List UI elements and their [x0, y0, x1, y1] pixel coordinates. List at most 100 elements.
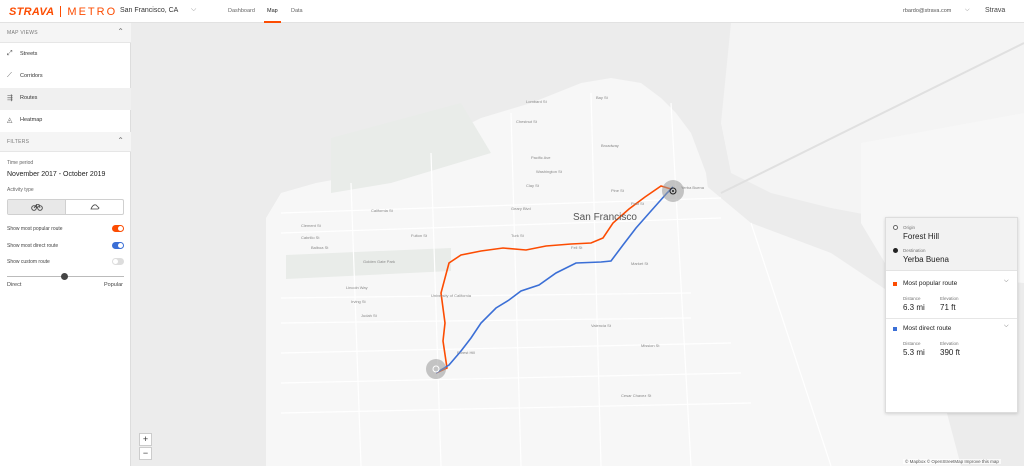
heatmap-icon: ◬: [7, 117, 13, 124]
toggle-label: Show most direct route: [7, 243, 59, 249]
route-info-panel: Origin Forest Hill Destination Yerba Bue…: [885, 217, 1018, 413]
street-label: University of California: [431, 293, 472, 298]
street-label: Pacific Ave: [531, 155, 551, 160]
street-label: Washington St: [536, 169, 562, 174]
chevron-up-icon[interactable]: ⌃: [117, 27, 124, 36]
street-label: Valencia St: [591, 323, 611, 328]
toggle-knob: [118, 226, 123, 231]
toggle-row-custom: Show custom route: [7, 258, 124, 267]
street-label: Chestnut St: [516, 119, 537, 124]
zoom-out-button[interactable]: −: [139, 447, 152, 460]
city-select[interactable]: San Francisco, CA: [120, 7, 178, 14]
map-view-streets[interactable]: ⤢ Streets: [0, 44, 131, 66]
zoom-in-button[interactable]: +: [139, 433, 152, 446]
street-label: Balboa St: [311, 245, 329, 250]
slider-right-label: Popular: [104, 282, 123, 288]
time-period-label: Time period: [7, 160, 34, 166]
street-label: Post St: [631, 201, 644, 206]
popular-distance: 6.3 mi: [903, 303, 925, 312]
bike-icon[interactable]: [8, 200, 66, 214]
popular-route-toggle[interactable]: [112, 225, 124, 232]
toggle-row-popular: Show most popular route: [7, 225, 124, 234]
map-views-header[interactable]: MAP VIEWS ⌃: [0, 23, 131, 43]
popular-elevation: 71 ft: [940, 303, 956, 312]
elevation-label: Elevation: [940, 296, 959, 301]
origin-destination-header: Origin Forest Hill Destination Yerba Bue…: [886, 218, 1017, 271]
city-label: San Francisco: [573, 212, 637, 223]
direct-distance: 5.3 mi: [903, 348, 925, 357]
street-label: Clement St: [301, 223, 321, 228]
direct-elevation: 390 ft: [940, 348, 961, 357]
street-label: Irving St: [351, 299, 366, 304]
map-view-routes[interactable]: ⇶ Routes: [0, 88, 131, 110]
activity-type-label: Activity type: [7, 187, 34, 193]
street-label: Judah St: [361, 313, 377, 318]
chevron-down-icon[interactable]: ⌵: [191, 6, 196, 14]
corridors-icon: ⟋: [7, 72, 12, 79]
run-icon[interactable]: [66, 200, 123, 214]
route-divider: [886, 318, 1017, 319]
filters-header[interactable]: FILTERS ⌃: [0, 132, 131, 152]
map-view-label: Corridors: [20, 73, 43, 79]
destination-value[interactable]: Yerba Buena: [903, 255, 949, 264]
destination-dot-icon: [893, 248, 898, 253]
user-org[interactable]: Strava: [985, 7, 1005, 14]
brand-name: STRAVA: [9, 5, 55, 18]
distance-label: Distance: [903, 341, 921, 346]
origin-label: Origin: [903, 225, 916, 230]
direct-route-toggle[interactable]: [112, 242, 124, 249]
toggle-label: Show most popular route: [7, 226, 63, 232]
chevron-down-icon[interactable]: ⌵: [1004, 278, 1009, 285]
activity-type-selector: [7, 199, 124, 215]
tab-data[interactable]: Data: [291, 8, 303, 14]
map-view-corridors[interactable]: ⟋ Corridors: [0, 66, 131, 88]
custom-route-toggle[interactable]: [112, 258, 124, 265]
toggle-label: Show custom route: [7, 259, 50, 265]
street-label: Yerba Buena: [681, 185, 704, 190]
street-label: Fell St: [571, 245, 583, 250]
elevation-label: Elevation: [940, 341, 959, 346]
section-title: FILTERS: [7, 139, 30, 145]
destination-label: Destination: [903, 248, 926, 253]
street-label: Golden Gate Park: [363, 259, 396, 264]
route-slider-handle[interactable]: [61, 273, 68, 280]
chevron-up-icon[interactable]: ⌃: [117, 136, 124, 145]
street-label: Broadway: [601, 143, 619, 148]
toggle-knob: [113, 259, 118, 264]
tab-map[interactable]: Map: [267, 8, 278, 14]
origin-value[interactable]: Forest Hill: [903, 232, 939, 241]
strava-metro-logo[interactable]: STRAVA METRO: [9, 5, 117, 18]
user-email[interactable]: rbardo@strava.com: [903, 8, 951, 14]
popular-route-title[interactable]: Most popular route: [903, 280, 957, 287]
chevron-down-icon[interactable]: ⌵: [965, 7, 970, 14]
section-title: MAP VIEWS: [7, 30, 38, 36]
street-label: Cabrillo St: [301, 235, 320, 240]
map-view-label: Streets: [20, 51, 38, 57]
direct-route-swatch: [893, 327, 897, 331]
street-label: Fulton St: [411, 233, 428, 238]
street-label: Mission St: [641, 343, 660, 348]
map-view-label: Routes: [20, 95, 38, 101]
direct-route-title[interactable]: Most direct route: [903, 325, 951, 332]
tab-dashboard[interactable]: Dashboard: [228, 8, 255, 14]
map-view-heatmap[interactable]: ◬ Heatmap: [0, 110, 131, 132]
sidebar: MAP VIEWS ⌃ ⤢ Streets ⟋ Corridors ⇶ Rout…: [0, 23, 131, 466]
routes-icon: ⇶: [7, 95, 13, 102]
time-period-value[interactable]: November 2017 - October 2019: [7, 171, 105, 178]
brand-product: METRO: [67, 5, 118, 18]
destination-marker-dot: [672, 190, 674, 192]
street-label: Forest Hill: [457, 350, 476, 355]
street-label: Cesar Chavez St: [621, 393, 652, 398]
streets-icon: ⤢: [7, 50, 13, 57]
street-label: California St: [371, 208, 393, 213]
distance-label: Distance: [903, 296, 921, 301]
street-label: Geary Blvd: [511, 206, 531, 211]
chevron-down-icon[interactable]: ⌵: [1004, 323, 1009, 330]
street-label: Pine St: [611, 188, 624, 193]
popular-route-swatch: [893, 282, 897, 286]
street-label: Market St: [631, 261, 649, 266]
map-view-label: Heatmap: [20, 117, 43, 123]
map-attribution[interactable]: © Mapbox © OpenStreetMap Improve this ma…: [903, 459, 1001, 464]
street-label: Bay St: [596, 95, 608, 100]
origin-marker-halo: [426, 359, 446, 379]
